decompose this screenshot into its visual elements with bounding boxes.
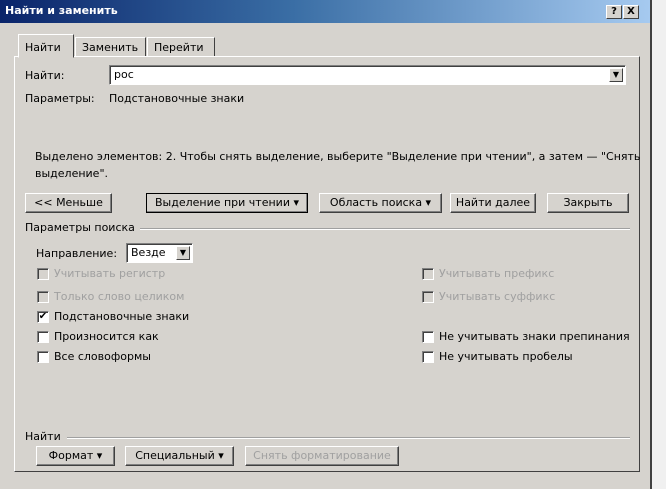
find-in-button[interactable]: Область поиска ▾ bbox=[319, 193, 442, 213]
ignore-whitespace-checkbox[interactable]: Не учитывать пробелы bbox=[422, 350, 573, 363]
checkbox-label: Подстановочные знаки bbox=[54, 310, 190, 323]
selection-message-line2: выделение". bbox=[35, 167, 109, 180]
checkbox-box[interactable] bbox=[422, 290, 434, 303]
params-value: Подстановочные знаки bbox=[109, 92, 245, 105]
reading-highlight-button[interactable]: Выделение при чтении ▾ bbox=[146, 193, 308, 213]
close-button[interactable]: Закрыть bbox=[547, 193, 629, 213]
tab-find[interactable]: Найти bbox=[18, 34, 74, 58]
checkbox-box[interactable] bbox=[422, 267, 434, 280]
word-forms-checkbox[interactable]: Все словоформы bbox=[37, 350, 151, 363]
find-input[interactable]: рос ▼ bbox=[109, 65, 626, 85]
format-button[interactable]: Формат ▾ bbox=[36, 446, 115, 466]
tab-replace[interactable]: Заменить bbox=[75, 37, 146, 57]
close-window-button[interactable]: X bbox=[623, 5, 639, 19]
checkbox-label: Не учитывать пробелы bbox=[439, 350, 573, 363]
checkbox-box[interactable] bbox=[422, 330, 434, 343]
find-next-button[interactable]: Найти далее bbox=[450, 193, 536, 213]
checkbox-box[interactable] bbox=[37, 290, 49, 303]
wildcards-checkbox[interactable]: ✔ Подстановочные знаки bbox=[37, 310, 189, 323]
special-button[interactable]: Специальный ▾ bbox=[125, 446, 234, 466]
chevron-down-icon[interactable]: ▼ bbox=[176, 246, 190, 260]
no-formatting-button[interactable]: Снять форматирование bbox=[245, 446, 399, 466]
help-button[interactable]: ? bbox=[606, 5, 622, 19]
check-icon[interactable]: ✔ bbox=[37, 310, 49, 323]
checkbox-label: Учитывать регистр bbox=[54, 267, 166, 280]
find-label: Найти: bbox=[25, 69, 65, 82]
ignore-punctuation-checkbox[interactable]: Не учитывать знаки препинания bbox=[422, 330, 630, 343]
chevron-down-icon[interactable]: ▼ bbox=[609, 68, 623, 82]
checkbox-label: Учитывать префикс bbox=[439, 267, 555, 280]
direction-value: Везде bbox=[131, 246, 166, 259]
selection-message-line1: Выделено элементов: 2. Чтобы снять выдел… bbox=[35, 150, 641, 163]
checkbox-box[interactable] bbox=[422, 350, 434, 363]
window-title: Найти и заменить bbox=[5, 4, 118, 17]
checkbox-box[interactable] bbox=[37, 267, 49, 280]
tab-panel bbox=[14, 56, 640, 472]
divider bbox=[140, 228, 630, 230]
less-button[interactable]: << Меньше bbox=[25, 193, 112, 213]
find-value: рос bbox=[114, 68, 134, 81]
whole-word-checkbox[interactable]: Только слово целиком bbox=[37, 290, 184, 303]
find-group-title: Найти bbox=[25, 430, 61, 443]
checkbox-box[interactable] bbox=[37, 330, 49, 343]
checkbox-label: Не учитывать знаки препинания bbox=[439, 330, 630, 343]
direction-select[interactable]: Везде ▼ bbox=[126, 243, 193, 263]
match-case-checkbox[interactable]: Учитывать регистр bbox=[37, 267, 165, 280]
direction-label: Направление: bbox=[36, 247, 118, 260]
match-prefix-checkbox[interactable]: Учитывать префикс bbox=[422, 267, 554, 280]
search-options-title: Параметры поиска bbox=[25, 221, 135, 234]
match-suffix-checkbox[interactable]: Учитывать суффикс bbox=[422, 290, 555, 303]
find-replace-dialog: Найти и заменить ? X Найти Заменить Пере… bbox=[0, 0, 652, 489]
tab-goto[interactable]: Перейти bbox=[147, 37, 215, 57]
checkbox-label: Все словоформы bbox=[54, 350, 151, 363]
params-label: Параметры: bbox=[25, 92, 95, 105]
divider bbox=[67, 437, 630, 439]
checkbox-label: Учитывать суффикс bbox=[439, 290, 556, 303]
checkbox-label: Произносится как bbox=[54, 330, 159, 343]
checkbox-box[interactable] bbox=[37, 350, 49, 363]
checkbox-label: Только слово целиком bbox=[54, 290, 185, 303]
sounds-like-checkbox[interactable]: Произносится как bbox=[37, 330, 159, 343]
title-bar: Найти и заменить ? X bbox=[0, 0, 650, 23]
